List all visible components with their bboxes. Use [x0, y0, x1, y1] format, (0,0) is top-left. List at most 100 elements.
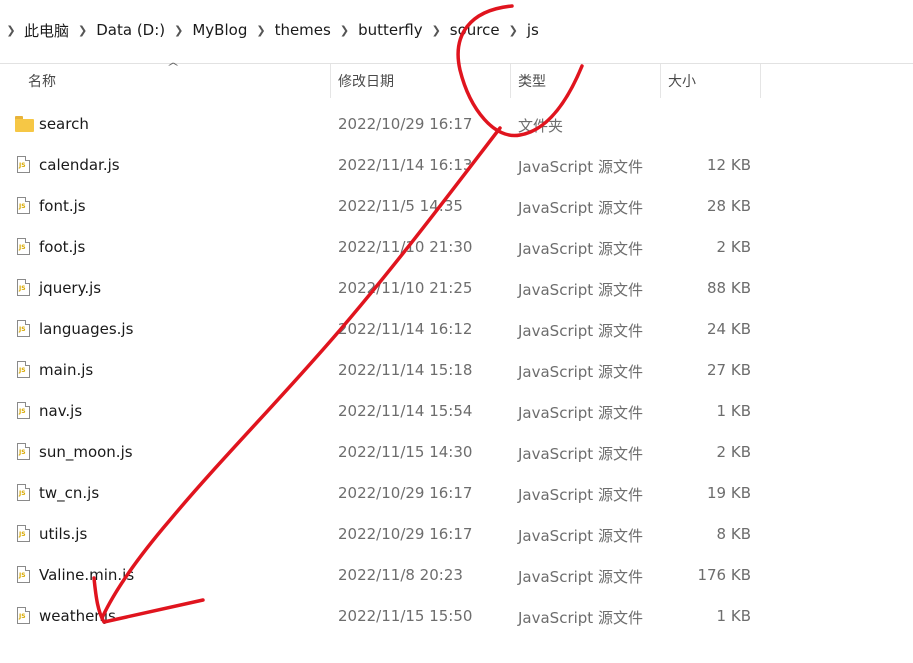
file-name: jquery.js [39, 279, 102, 297]
chevron-right-icon[interactable]: ❯ [73, 24, 92, 37]
file-type: JavaScript 源文件 [518, 486, 643, 504]
breadcrumb-this-pc[interactable]: 此电脑 [20, 20, 73, 41]
file-row[interactable]: JS languages.js 2022/11/14 16:12 JavaScript… [0, 309, 770, 350]
js-file-icon: JS [15, 484, 34, 503]
file-modified-date: 2022/11/15 14:30 [338, 443, 473, 461]
file-name: nav.js [39, 402, 83, 420]
breadcrumb-source[interactable]: source [446, 21, 504, 39]
file-size: 1 KB [716, 607, 751, 625]
file-type: JavaScript 源文件 [518, 199, 643, 217]
file-size: 27 KB [707, 361, 751, 379]
file-size: 2 KB [716, 238, 751, 256]
file-modified-date: 2022/11/14 16:12 [338, 320, 473, 338]
file-row[interactable]: JS calendar.js 2022/11/14 16:13 JavaScript … [0, 145, 770, 186]
file-type: JavaScript 源文件 [518, 568, 643, 586]
file-name: weather.js [39, 607, 116, 625]
file-modified-date: 2022/11/10 21:25 [338, 279, 473, 297]
js-file-icon: JS [15, 525, 34, 544]
column-header-type-label: 类型 [518, 74, 546, 90]
file-type: 文件夹 [518, 117, 564, 135]
file-modified-date: 2022/11/14 16:13 [338, 156, 473, 174]
chevron-right-icon[interactable]: ❯ [169, 24, 188, 37]
column-header-name-label: 名称 [28, 74, 56, 90]
file-size: 88 KB [707, 279, 751, 297]
file-name: Valine.min.js [39, 566, 135, 584]
file-row[interactable]: JS font.js 2022/11/5 14:35 JavaScript 源文件 28… [0, 186, 770, 227]
file-size: 24 KB [707, 320, 751, 338]
js-file-icon: JS [15, 279, 34, 298]
file-size: 28 KB [707, 197, 751, 215]
file-row[interactable]: JS jquery.js 2022/11/10 21:25 JavaScript 源文… [0, 268, 770, 309]
file-type: JavaScript 源文件 [518, 609, 643, 627]
column-resize-handle[interactable] [760, 64, 761, 98]
js-file-icon: JS [15, 361, 34, 380]
breadcrumb: ❯ 此电脑 ❯ Data (D:) ❯ MyBlog ❯ themes ❯ bu… [0, 0, 913, 60]
file-name: foot.js [39, 238, 86, 256]
file-type: JavaScript 源文件 [518, 445, 643, 463]
file-row[interactable]: JS nav.js 2022/11/14 15:54 JavaScript 源文件 1 … [0, 391, 770, 432]
breadcrumb-data-d[interactable]: Data (D:) [92, 21, 169, 39]
js-file-icon: JS [15, 607, 34, 626]
file-row[interactable]: JS utils.js 2022/10/29 16:17 JavaScript 源文件… [0, 514, 770, 555]
file-name: tw_cn.js [39, 484, 100, 502]
column-header-name[interactable]: 名称 [20, 64, 330, 98]
file-type: JavaScript 源文件 [518, 240, 643, 258]
file-type: JavaScript 源文件 [518, 322, 643, 340]
chevron-right-icon[interactable]: ❯ [2, 24, 20, 37]
js-file-icon: JS [15, 320, 34, 339]
column-header-size-label: 大小 [668, 74, 696, 90]
js-file-icon: JS [15, 402, 34, 421]
file-row[interactable]: search 2022/10/29 16:17 文件夹 [0, 104, 770, 145]
folder-icon [15, 115, 34, 134]
file-row[interactable]: JS sun_moon.js 2022/11/15 14:30 JavaScript … [0, 432, 770, 473]
js-file-icon: JS [15, 566, 34, 585]
file-row[interactable]: JS main.js 2022/11/14 15:18 JavaScript 源文件 2… [0, 350, 770, 391]
file-type: JavaScript 源文件 [518, 281, 643, 299]
js-file-icon: JS [15, 197, 34, 216]
file-name: languages.js [39, 320, 134, 338]
file-size: 12 KB [707, 156, 751, 174]
file-name: main.js [39, 361, 94, 379]
file-modified-date: 2022/10/29 16:17 [338, 115, 473, 133]
column-header-size[interactable]: 大小 [660, 64, 760, 98]
breadcrumb-myblog[interactable]: MyBlog [188, 21, 251, 39]
column-header-date[interactable]: 修改日期 [330, 64, 510, 98]
file-modified-date: 2022/11/14 15:18 [338, 361, 473, 379]
js-file-icon: JS [15, 443, 34, 462]
file-modified-date: 2022/11/10 21:30 [338, 238, 473, 256]
file-name: search [39, 115, 89, 133]
column-header-date-label: 修改日期 [338, 74, 394, 90]
file-type: JavaScript 源文件 [518, 527, 643, 545]
file-row[interactable]: JS weather.js 2022/11/15 15:50 JavaScript 源… [0, 596, 770, 637]
file-size: 8 KB [716, 525, 751, 543]
js-file-icon: JS [15, 238, 34, 257]
file-modified-date: 2022/11/15 15:50 [338, 607, 473, 625]
file-row[interactable]: JS foot.js 2022/11/10 21:30 JavaScript 源文件 2… [0, 227, 770, 268]
file-modified-date: 2022/10/29 16:17 [338, 525, 473, 543]
chevron-right-icon[interactable]: ❯ [504, 24, 523, 37]
file-row[interactable]: JS Valine.min.js 2022/11/8 20:23 JavaScript… [0, 555, 770, 596]
chevron-right-icon[interactable]: ❯ [335, 24, 354, 37]
file-modified-date: 2022/11/5 14:35 [338, 197, 463, 215]
file-type: JavaScript 源文件 [518, 363, 643, 381]
file-size: 1 KB [716, 402, 751, 420]
breadcrumb-butterfly[interactable]: butterfly [354, 21, 427, 39]
file-modified-date: 2022/11/14 15:54 [338, 402, 473, 420]
file-name: calendar.js [39, 156, 120, 174]
breadcrumb-js[interactable]: js [523, 21, 543, 39]
file-size: 19 KB [707, 484, 751, 502]
chevron-right-icon[interactable]: ❯ [251, 24, 270, 37]
chevron-right-icon[interactable]: ❯ [427, 24, 446, 37]
file-name: utils.js [39, 525, 88, 543]
file-modified-date: 2022/11/8 20:23 [338, 566, 463, 584]
file-row[interactable]: JS tw_cn.js 2022/10/29 16:17 JavaScript 源文件… [0, 473, 770, 514]
file-type: JavaScript 源文件 [518, 404, 643, 422]
file-name: sun_moon.js [39, 443, 133, 461]
file-name: font.js [39, 197, 86, 215]
file-size: 176 KB [697, 566, 751, 584]
js-file-icon: JS [15, 156, 34, 175]
file-type: JavaScript 源文件 [518, 158, 643, 176]
column-header-type[interactable]: 类型 [510, 64, 660, 98]
breadcrumb-themes[interactable]: themes [271, 21, 335, 39]
file-size: 2 KB [716, 443, 751, 461]
